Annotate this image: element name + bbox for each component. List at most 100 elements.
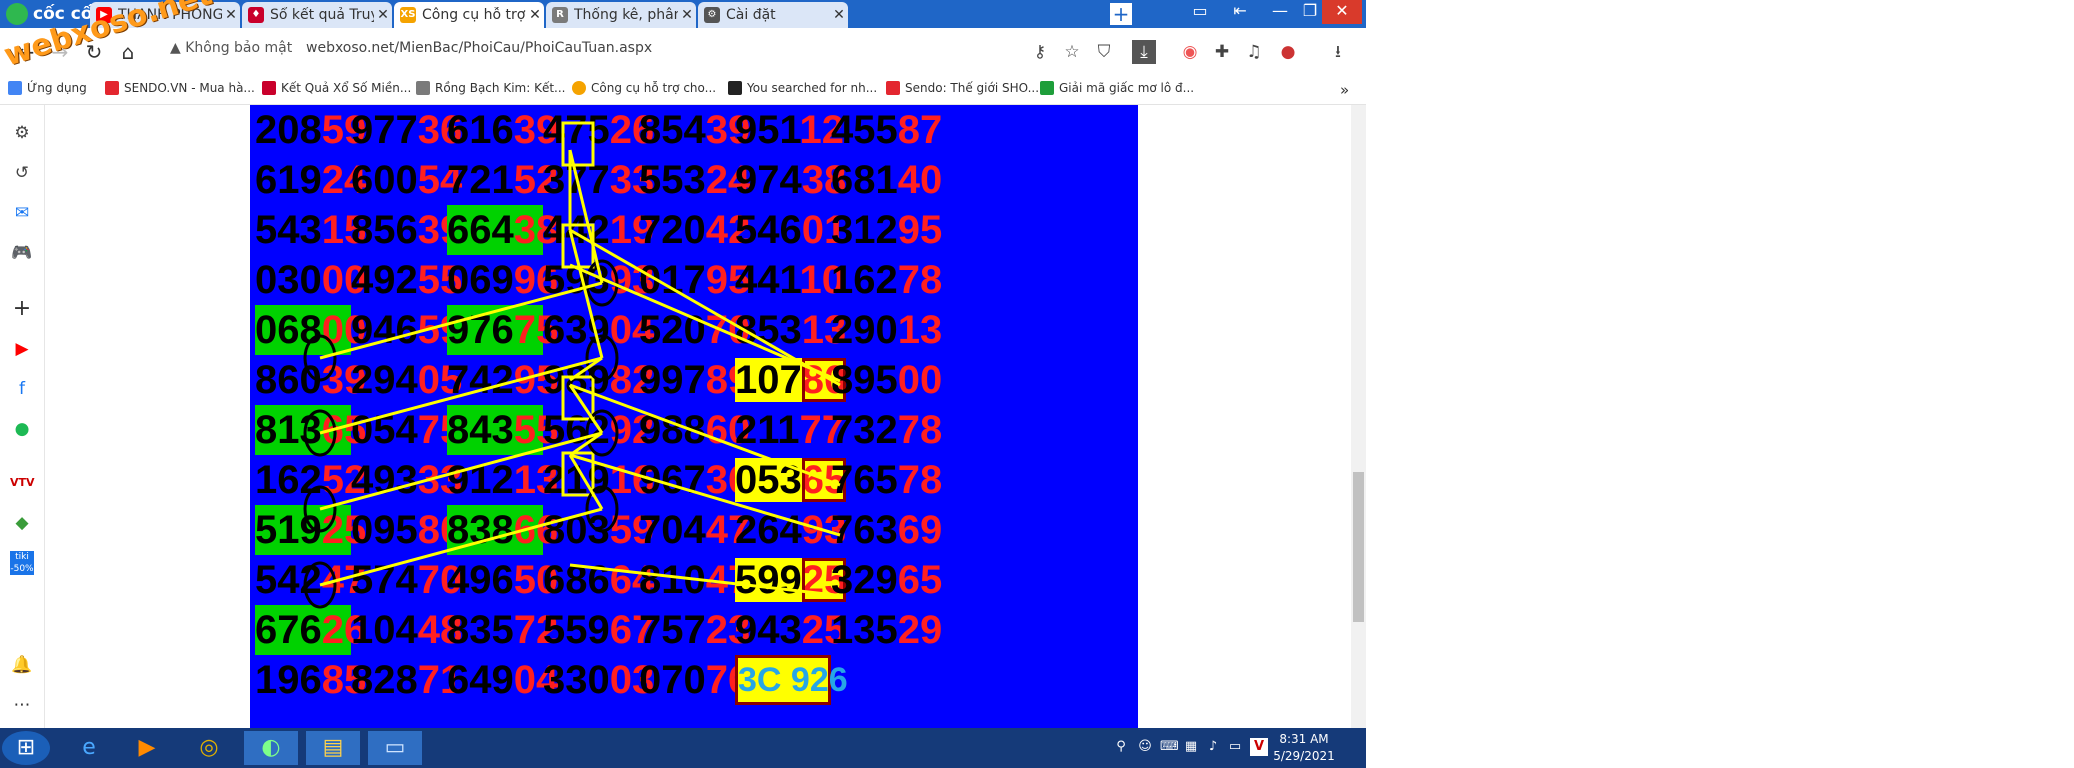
vertical-scrollbar[interactable] <box>1351 105 1366 728</box>
settings-icon[interactable]: ⚙ <box>10 121 34 145</box>
tray-display-icon[interactable]: ▭ <box>1226 738 1244 756</box>
security-warning[interactable]: ▲ Không bảo mật <box>170 40 292 56</box>
bookmark-sendo-shop[interactable]: Sendo: Thế giới SHO... <box>886 81 1039 95</box>
bookmark-support-tool[interactable]: Công cụ hỗ trợ cho... <box>572 81 716 95</box>
add-panel-icon[interactable]: + <box>10 297 34 321</box>
sendo-icon <box>105 81 119 95</box>
system-clock[interactable]: 8:31 AM 5/29/2021 <box>1264 731 1344 765</box>
tab-title: Công cụ hỗ trợ cho ng <box>422 7 526 23</box>
bookmark-label: Giải mã giấc mơ lô đ... <box>1059 81 1195 95</box>
bookmark-rbk[interactable]: Rồng Bạch Kim: Kết... <box>416 81 565 95</box>
tab-statistics[interactable]: R Thống kê, phân tích k✕ <box>546 2 696 28</box>
tab-close-icon[interactable]: ✕ <box>526 7 544 23</box>
spotify-icon[interactable]: ● <box>10 417 34 441</box>
gear-icon: ⚙ <box>704 7 720 23</box>
shield-icon[interactable]: ⛉ <box>1092 40 1116 64</box>
navigation-toolbar: ← → ↻ ⌂ ▲ Không bảo mật webxoso.net/Mien… <box>0 28 1366 77</box>
media-player-icon[interactable]: ▶ <box>120 731 174 765</box>
nd-icon <box>1040 81 1054 95</box>
apps-grid-icon <box>8 81 22 95</box>
bookmark-apps[interactable]: Ứng dụng <box>8 81 87 95</box>
pattern-link-line <box>569 383 841 487</box>
clock-time: 8:31 AM <box>1279 732 1329 746</box>
bookmark-dream[interactable]: Giải mã giấc mơ lô đ... <box>1040 81 1194 95</box>
more-options-icon[interactable]: ⋯ <box>10 693 34 717</box>
playlist-icon[interactable]: ♫ <box>1242 40 1266 64</box>
pattern-link-line <box>569 228 841 387</box>
shop-icon[interactable]: ◆ <box>10 511 34 535</box>
tab-close-icon[interactable]: ✕ <box>830 7 848 23</box>
game-icon[interactable]: 🎮 <box>10 241 34 265</box>
scrollbar-thumb[interactable] <box>1353 472 1364 622</box>
tray-volume-icon[interactable]: ♪ <box>1204 738 1222 756</box>
tab-close-icon[interactable]: ✕ <box>678 7 696 23</box>
downloads-tray-icon[interactable]: ⭳ <box>1326 40 1350 64</box>
bookmark-search[interactable]: You searched for nh... <box>728 81 877 95</box>
bookmark-star-icon[interactable]: ☆ <box>1060 40 1084 64</box>
extension-coccoc-icon[interactable]: ◉ <box>1178 40 1202 64</box>
bookmark-xsmien[interactable]: Kết Quả Xổ Số Miền... <box>262 81 411 95</box>
lottery-pattern-board: 20859 97736 61639 47526 85439 95112 45587 61924… <box>250 105 1138 728</box>
key-icon[interactable]: ⚷ <box>1028 40 1052 64</box>
new-tab-button[interactable]: + <box>1110 3 1132 25</box>
chrome-icon[interactable]: ◎ <box>182 731 236 765</box>
coccoc-logo-icon <box>6 3 28 25</box>
security-label: Không bảo mật <box>185 40 293 56</box>
internet-explorer-icon[interactable]: e <box>62 731 116 765</box>
pattern-link-line <box>568 149 604 284</box>
bookmark-label: Ứng dụng <box>27 81 87 95</box>
tab-settings[interactable]: ⚙ Cài đặt ✕ <box>698 2 848 28</box>
tab-close-icon[interactable]: ✕ <box>222 7 240 23</box>
close-window-button[interactable]: ✕ <box>1322 0 1362 24</box>
clock-date: 5/29/2021 <box>1273 749 1335 763</box>
side-panel: ⚙ ↺ ✉ 🎮 + ▶ f ● VTV ◆ tiki -50% 🔔 ⋯ <box>0 105 45 728</box>
notifications-icon[interactable]: 🔔 <box>10 653 34 677</box>
365-icon <box>728 81 742 95</box>
youtube-icon[interactable]: ▶ <box>10 337 34 361</box>
bookmark-label: Kết Quả Xổ Số Miền... <box>281 81 412 95</box>
bookmarks-more-button[interactable]: » <box>1340 81 1349 99</box>
rbk-icon: R <box>552 7 568 23</box>
tab-title: Thống kê, phân tích k <box>574 7 678 23</box>
bookmarks-bar: Ứng dụng SENDO.VN - Mua hà... Kết Quả Xổ… <box>0 76 1366 105</box>
coccoc-icon[interactable]: ◐ <box>244 731 298 765</box>
profile-icon[interactable]: ● <box>1276 40 1300 64</box>
messenger-icon[interactable]: ✉ <box>10 201 34 225</box>
sendo-icon <box>886 81 900 95</box>
bookmark-label: You searched for nh... <box>747 81 878 95</box>
bookmark-label: SENDO.VN - Mua hà... <box>124 81 255 95</box>
tray-chat-icon[interactable]: ☺ <box>1136 738 1154 756</box>
tray-mouse-icon[interactable]: ⚲ <box>1112 738 1130 756</box>
home-button[interactable]: ⌂ <box>114 38 142 66</box>
download-icon[interactable]: ⤓ <box>1132 40 1156 64</box>
pattern-link-line <box>319 281 603 360</box>
xs-icon <box>572 81 586 95</box>
display-icon[interactable]: ▭ <box>368 731 422 765</box>
file-explorer-icon[interactable]: ▤ <box>306 731 360 765</box>
tiki-icon[interactable]: tiki -50% <box>10 551 34 575</box>
pattern-link-line <box>568 229 604 359</box>
windows-taskbar: ⊞ e ▶ ◎ ◐ ▤ ▭ ⚲ ☺ ⌨ ▦ ♪ ▭ V 8:31 AM 5/29… <box>0 728 1366 768</box>
browser-window: cốc cốc ▶THANH PHONG SOI C✕ ♦Sổ kết quả … <box>0 0 1366 768</box>
facebook-icon[interactable]: f <box>10 377 34 401</box>
lottery-icon <box>262 81 276 95</box>
tray-network-icon[interactable]: ▦ <box>1182 738 1200 756</box>
bookmark-sendo[interactable]: SENDO.VN - Mua hà... <box>105 81 255 95</box>
warning-icon: ▲ <box>170 40 186 56</box>
tab-close-icon[interactable]: ✕ <box>374 7 392 23</box>
back-window-icon[interactable]: ⇤ <box>1220 0 1260 24</box>
history-icon[interactable]: ↺ <box>10 161 34 185</box>
address-bar[interactable]: webxoso.net/MienBac/PhoiCau/PhoiCauTuan.… <box>306 40 652 56</box>
pattern-link-line <box>319 356 603 435</box>
tab-support-tool[interactable]: XS Công cụ hỗ trợ cho ng✕ <box>394 2 544 28</box>
tray-keyboard-icon[interactable]: ⌨ <box>1160 738 1179 756</box>
pattern-overlay <box>303 121 841 609</box>
rbk-icon <box>416 81 430 95</box>
tab-search-icon[interactable]: ▭ <box>1180 0 1220 24</box>
vtv-icon[interactable]: VTV <box>10 471 35 495</box>
bookmark-label: Công cụ hỗ trợ cho... <box>591 81 717 95</box>
start-button[interactable]: ⊞ <box>2 731 50 765</box>
tab-lottery-results[interactable]: ♦ Sổ kết quả Truyền Thố✕ <box>242 2 392 28</box>
extensions-puzzle-icon[interactable]: ✚ <box>1210 40 1234 64</box>
lottery-icon: ♦ <box>248 7 264 23</box>
